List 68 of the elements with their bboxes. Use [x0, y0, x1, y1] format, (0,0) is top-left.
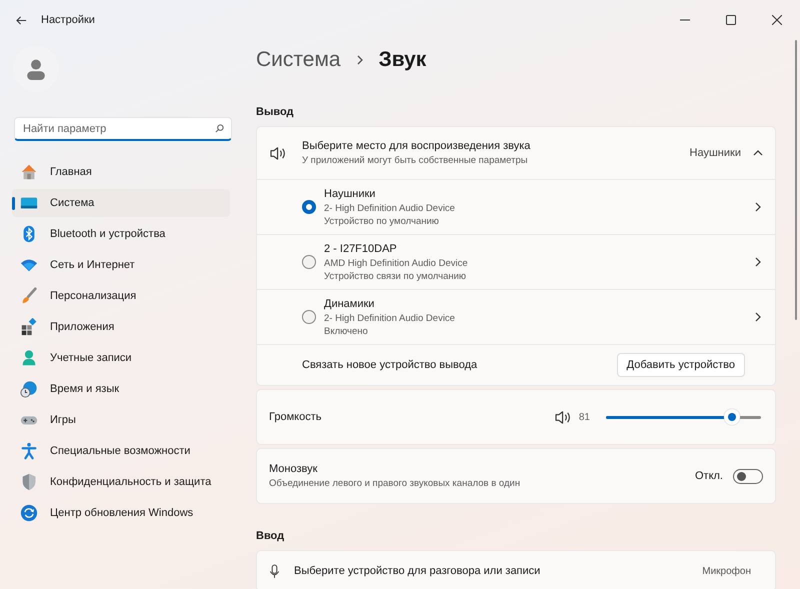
sidebar-item[interactable]: Центр обновления Windows [12, 499, 230, 527]
device-driver: 2- High Definition Audio Device [324, 312, 456, 324]
radio-button[interactable] [302, 255, 316, 269]
selected-device-label: Наушники [690, 147, 741, 159]
sidebar-item[interactable]: Учетные записи [12, 344, 230, 372]
device-driver: 2- High Definition Audio Device [324, 202, 456, 214]
setting-description: У приложений могут быть собственные параметры [302, 154, 529, 167]
section-heading: Вывод [256, 106, 295, 118]
add-device-button[interactable]: Добавить устройство [616, 353, 745, 377]
person-silhouette-icon [25, 58, 47, 80]
apps-icon [20, 318, 38, 336]
sidebar-item[interactable]: Система [12, 189, 230, 217]
chevron-right-icon [753, 312, 763, 322]
device-name: 2 - I27F10DAP [324, 242, 398, 256]
sidebar-item[interactable]: Персонализация [12, 282, 230, 310]
globe-clock-icon [20, 380, 38, 398]
sidebar-item[interactable]: Специальные возможности [12, 437, 230, 465]
person-icon [20, 349, 38, 367]
device-name: Наушники [324, 186, 376, 202]
setting-title: Монозвук [269, 462, 318, 477]
device-option[interactable]: Наушники 2- High Definition Audio Device Устройство по умолчанию [257, 180, 775, 235]
sidebar-item[interactable]: Главная [12, 158, 230, 186]
house-icon [20, 163, 38, 181]
microphone-icon [269, 564, 280, 578]
section-heading: Ввод [256, 530, 286, 542]
device-option[interactable]: 2 - I27F10DAP AMD High Definition Audio Device Устройство связи по умолчанию [257, 235, 775, 290]
breadcrumb-link[interactable]: Система [256, 48, 341, 72]
brush-icon [20, 287, 38, 305]
maximize-icon [726, 15, 736, 25]
chevron-right-icon [753, 257, 763, 267]
toggle-switch[interactable] [733, 468, 763, 484]
back-arrow-icon [16, 14, 26, 26]
sidebar-item[interactable]: Приложения [12, 313, 230, 341]
device-option[interactable]: Динамики 2- High Definition Audio Device Включено [257, 290, 775, 345]
speaker-icon [269, 146, 288, 160]
chevron-right-icon [354, 55, 365, 65]
device-status: Устройство связи по умолчанию [324, 270, 468, 282]
radio-button[interactable] [302, 310, 316, 324]
setting-description: Объединение левого и правого звуковых каналов в один [269, 477, 522, 490]
close-icon [772, 15, 782, 25]
speaker-icon [554, 410, 573, 424]
sidebar-item[interactable]: Сеть и Интернет [12, 251, 230, 279]
selected-device-label: Микрофон [702, 566, 751, 576]
pair-device-label: Связать новое устройство вывода [302, 359, 478, 371]
device-status: Включено [324, 324, 369, 338]
volume-reading: 81 [578, 412, 590, 422]
slider-thumb[interactable] [724, 408, 740, 424]
toggle-state-label: Откл. [694, 470, 723, 482]
setting-title: Выберите устройство для разговора или записи [294, 564, 542, 578]
device-status: Устройство по умолчанию [324, 214, 440, 228]
sync-icon [20, 504, 38, 522]
device-driver: AMD High Definition Audio Device [324, 256, 469, 270]
chevron-right-icon [753, 202, 763, 212]
setting-title: Выберите место для воспроизведения звука [302, 139, 532, 154]
sidebar-item[interactable]: Bluetooth и устройства [12, 220, 230, 248]
search-field[interactable]: Найти параметр [14, 117, 232, 141]
sidebar-item[interactable]: Игры [12, 406, 230, 434]
chevron-up-icon[interactable] [753, 148, 763, 158]
accessibility-icon [20, 442, 38, 460]
search-icon [215, 124, 224, 133]
page-title: Звук [378, 48, 426, 72]
radio-button[interactable] [302, 200, 316, 214]
device-name: Динамики [324, 296, 376, 312]
shield-icon [20, 473, 38, 491]
sidebar-item[interactable]: Время и язык [12, 375, 230, 403]
sidebar-item[interactable]: Конфиденциальность и защита [12, 468, 230, 496]
window-title: Настройки [41, 14, 96, 26]
volume-label: Громкость [269, 411, 322, 423]
